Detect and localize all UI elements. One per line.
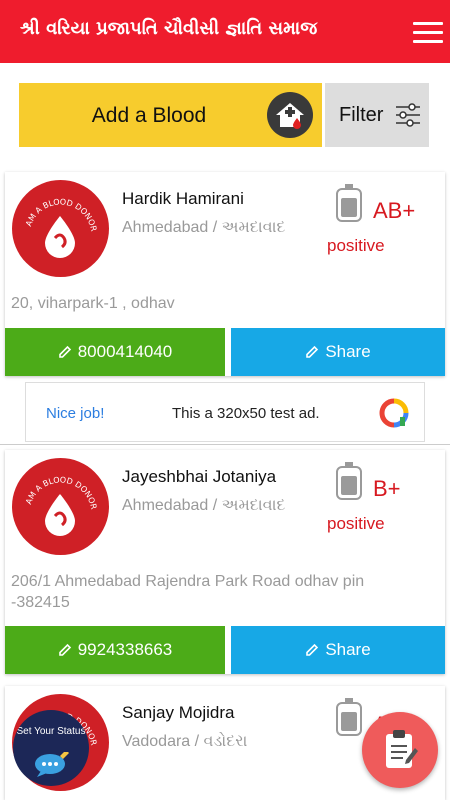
- divider: [0, 444, 450, 445]
- hospital-icon: [267, 92, 313, 138]
- share-button[interactable]: Share: [231, 328, 445, 376]
- blood-bag-icon: [335, 184, 363, 228]
- set-status-button[interactable]: Set Your Status: [13, 710, 89, 786]
- pencil-icon: [306, 643, 319, 656]
- donor-city: Ahmedabad / અમદાવાદ: [122, 219, 286, 236]
- app-title: શ્રી વરિયા પ્રજાપતિ ચૌવીસી જ્ઞાતિ સમાજ: [20, 18, 318, 39]
- donor-name: Jayeshbhai Jotaniya: [122, 467, 277, 486]
- add-blood-button[interactable]: Add a Blood: [19, 83, 322, 147]
- rh-factor: positive: [327, 514, 385, 533]
- ad-logo-icon: [378, 397, 410, 433]
- call-button[interactable]: 9924338663: [5, 626, 225, 674]
- donor-card[interactable]: I AM A BLOOD DONOR Hardik Hamirani Ahmed…: [5, 172, 445, 376]
- notes-button[interactable]: [362, 712, 438, 788]
- blood-group: AB+: [373, 198, 416, 223]
- share-button[interactable]: Share: [231, 626, 445, 674]
- call-button[interactable]: 8000414040: [5, 328, 225, 376]
- pencil-icon: [58, 643, 71, 656]
- donor-name: Sanjay Mojidra: [122, 703, 235, 722]
- phone-number: 8000414040: [77, 342, 173, 361]
- menu-icon[interactable]: [413, 20, 443, 44]
- donor-city: Vadodara / વડોદરા: [122, 733, 248, 750]
- donor-card[interactable]: I AM A BLOOD DONOR Jayeshbhai Jotaniya A…: [5, 450, 445, 674]
- donor-address: 206/1 Ahmedabad Rajendra Park Road odhav…: [11, 573, 365, 611]
- donor-city: Ahmedabad / અમદાવાદ: [122, 497, 286, 514]
- share-label: Share: [325, 640, 371, 659]
- pencil-icon: [58, 345, 71, 358]
- donor-address: 20, viharpark-1 , odhav: [11, 295, 175, 312]
- set-status-label: Set Your Status: [16, 726, 86, 737]
- ad-banner[interactable]: Nice job! This a 320x50 test ad.: [25, 382, 425, 442]
- donor-name: Hardik Hamirani: [122, 189, 244, 208]
- blood-bag-icon: [335, 462, 363, 506]
- chat-bubble-icon: [35, 752, 69, 777]
- ad-text: This a 320x50 test ad.: [172, 405, 320, 422]
- filter-button[interactable]: Filter: [325, 83, 429, 147]
- sliders-icon: [395, 103, 421, 131]
- blood-group: B+: [373, 476, 401, 501]
- add-blood-label: Add a Blood: [91, 104, 207, 127]
- clipboard-icon: [386, 730, 418, 768]
- rh-factor: positive: [327, 236, 385, 255]
- share-label: Share: [325, 342, 371, 361]
- filter-label: Filter: [339, 104, 384, 126]
- blood-donor-avatar: I AM A BLOOD DONOR: [12, 180, 109, 277]
- pencil-icon: [306, 345, 319, 358]
- ad-nice-text: Nice job!: [46, 405, 105, 422]
- blood-donor-avatar: I AM A BLOOD DONOR: [12, 458, 109, 555]
- phone-number: 9924338663: [77, 640, 173, 659]
- app-bar: શ્રી વરિયા પ્રજાપતિ ચૌવીસી જ્ઞાતિ સમાજ: [0, 0, 450, 63]
- blood-bag-icon: [335, 698, 363, 742]
